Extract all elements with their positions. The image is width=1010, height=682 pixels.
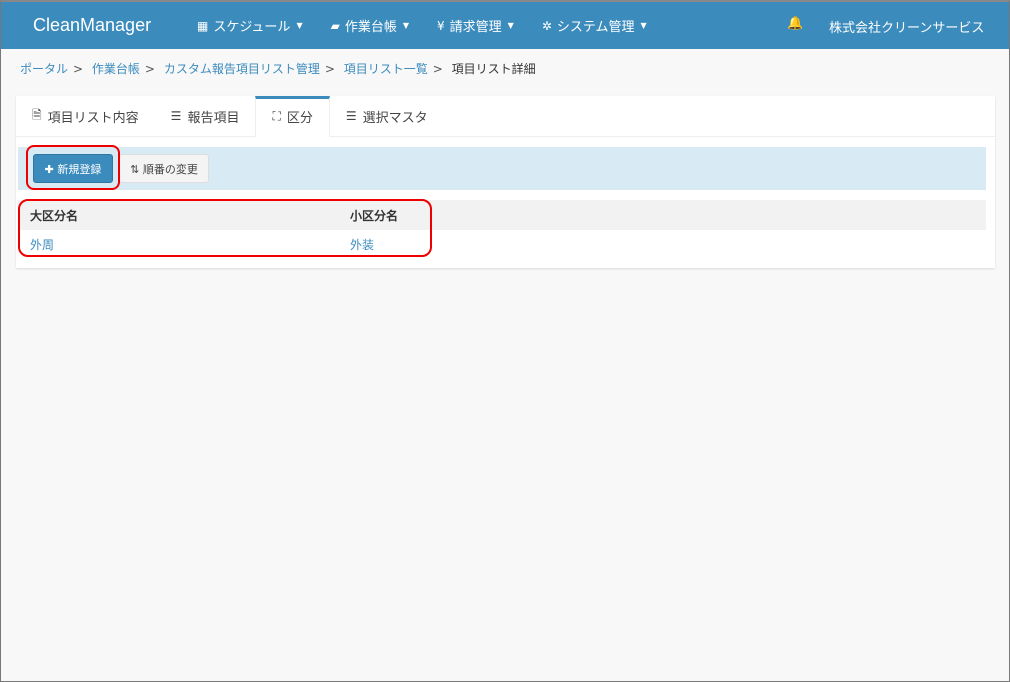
caret-down-icon: ▼ xyxy=(296,21,303,30)
detail-panel: 🗎 項目リスト内容 ☰ 報告項目 ⛶ 区分 ☰ 選択マスタ ✚ 新規登録 ⇅ 順番の変更… xyxy=(16,96,995,268)
breadcrumb: ポータル > 作業台帳 > カスタム報告項目リスト管理 > 項目リスト一覧 > 項目リス… xyxy=(20,60,536,77)
caret-down-icon: ▼ xyxy=(402,21,409,30)
tab-label: 項目リスト内容 xyxy=(47,110,139,126)
tab-item-list-content[interactable]: 🗎 項目リスト内容 xyxy=(16,96,155,136)
tab-select-master[interactable]: ☰ 選択マスタ xyxy=(330,96,444,136)
breadcrumb-sep: > xyxy=(73,62,84,76)
yen-icon: ¥ xyxy=(437,18,445,33)
bell-icon[interactable]: 🔔 xyxy=(787,16,803,31)
tab-report-items[interactable]: ☰ 報告項目 xyxy=(155,96,256,136)
caret-down-icon: ▼ xyxy=(507,21,514,30)
highlight-annotation xyxy=(26,145,120,190)
file-icon: 🗎 xyxy=(32,107,42,122)
company-menu[interactable]: 株式会社クリーンサービス xyxy=(829,17,984,36)
menu-label: 作業台帳 xyxy=(344,20,397,35)
change-order-button[interactable]: ⇅ 順番の変更 xyxy=(119,154,209,183)
action-toolbar: ✚ 新規登録 ⇅ 順番の変更 xyxy=(18,147,986,190)
tab-label: 区分 xyxy=(286,111,313,126)
highlight-annotation xyxy=(18,199,432,257)
tab-category[interactable]: ⛶ 区分 xyxy=(255,96,330,137)
breadcrumb-current: 項目リスト詳細 xyxy=(451,62,536,76)
tab-label: 報告項目 xyxy=(187,110,240,126)
book-icon: ▰ xyxy=(330,18,340,33)
object-group-icon: ⛶ xyxy=(272,109,281,123)
calendar-icon: ▦ xyxy=(197,18,209,33)
menu-schedule[interactable]: ▦ スケジュール ▼ xyxy=(183,2,317,49)
breadcrumb-portal[interactable]: ポータル xyxy=(20,62,68,76)
breadcrumb-sep: > xyxy=(432,62,443,76)
tab-label: 選択マスタ xyxy=(362,110,428,126)
breadcrumb-work-ledger[interactable]: 作業台帳 xyxy=(92,62,140,76)
breadcrumb-sep: > xyxy=(144,62,155,76)
menu-label: スケジュール xyxy=(213,20,291,35)
brand-logo[interactable]: CleanManager xyxy=(33,15,183,36)
tab-bar: 🗎 項目リスト内容 ☰ 報告項目 ⛶ 区分 ☰ 選択マスタ xyxy=(16,96,995,137)
navbar: CleanManager ▦ スケジュール ▼ ▰ 作業台帳 ▼ ¥ 請求管理 ▼ ✲ システ… xyxy=(1,2,1009,49)
menu-system[interactable]: ✲ システム管理 ▼ xyxy=(528,2,661,49)
breadcrumb-sep: > xyxy=(324,62,335,76)
menu-label: システム管理 xyxy=(556,20,635,35)
breadcrumb-item-list[interactable]: 項目リスト一覧 xyxy=(344,62,428,76)
caret-down-icon: ▼ xyxy=(640,21,647,30)
breadcrumb-custom-report[interactable]: カスタム報告項目リスト管理 xyxy=(164,62,320,76)
menu-work-ledger[interactable]: ▰ 作業台帳 ▼ xyxy=(317,2,423,49)
menu-label: 請求管理 xyxy=(449,20,502,35)
list-icon: ☰ xyxy=(345,109,357,123)
gears-icon: ✲ xyxy=(541,18,552,33)
list-icon: ☰ xyxy=(170,109,182,123)
menu-billing[interactable]: ¥ 請求管理 ▼ xyxy=(423,2,528,49)
